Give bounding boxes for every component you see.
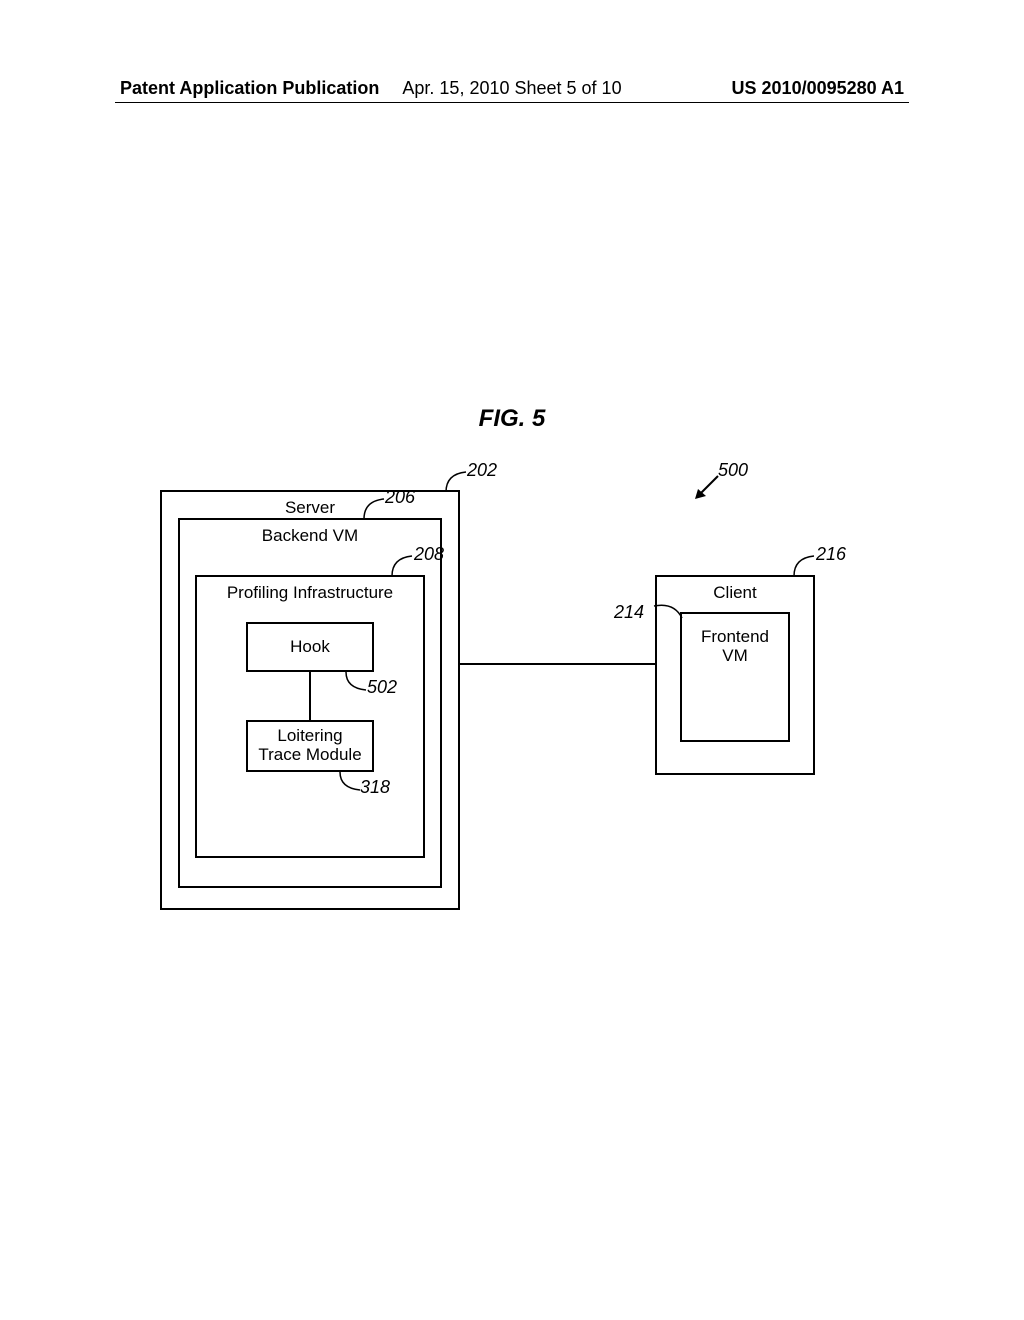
- connector-line: [308, 672, 312, 720]
- hook-label: Hook: [290, 637, 330, 657]
- ref-216: 216: [816, 544, 846, 565]
- figure-title: FIG. 5: [479, 405, 546, 433]
- frontend-vm-box: Frontend VM: [680, 612, 790, 742]
- connector-server-client: [460, 662, 655, 666]
- ref-208: 208: [414, 544, 444, 565]
- ref-500: 500: [718, 460, 748, 481]
- header-rule: [115, 102, 909, 103]
- loitering-label: Loitering Trace Module: [258, 727, 361, 764]
- ref-318: 318: [360, 777, 390, 798]
- arrow-500: [692, 474, 720, 502]
- header-left: Patent Application Publication: [120, 78, 379, 99]
- page-header: Patent Application Publication Apr. 15, …: [0, 78, 1024, 99]
- frontend-vm-label: Frontend VM: [701, 628, 769, 665]
- backend-vm-label: Backend VM: [180, 526, 440, 546]
- ref-502: 502: [367, 677, 397, 698]
- leader-214: [652, 600, 686, 622]
- header-center: Apr. 15, 2010 Sheet 5 of 10: [402, 78, 621, 99]
- diagram-container: 500 Server 202 Backend VM 206 Profiling …: [0, 460, 1024, 960]
- profiling-label: Profiling Infrastructure: [197, 583, 423, 603]
- loitering-box: Loitering Trace Module: [246, 720, 374, 772]
- ref-206: 206: [385, 487, 415, 508]
- ref-214: 214: [614, 602, 644, 623]
- ref-202: 202: [467, 460, 497, 481]
- hook-box: Hook: [246, 622, 374, 672]
- header-right: US 2010/0095280 A1: [732, 78, 904, 99]
